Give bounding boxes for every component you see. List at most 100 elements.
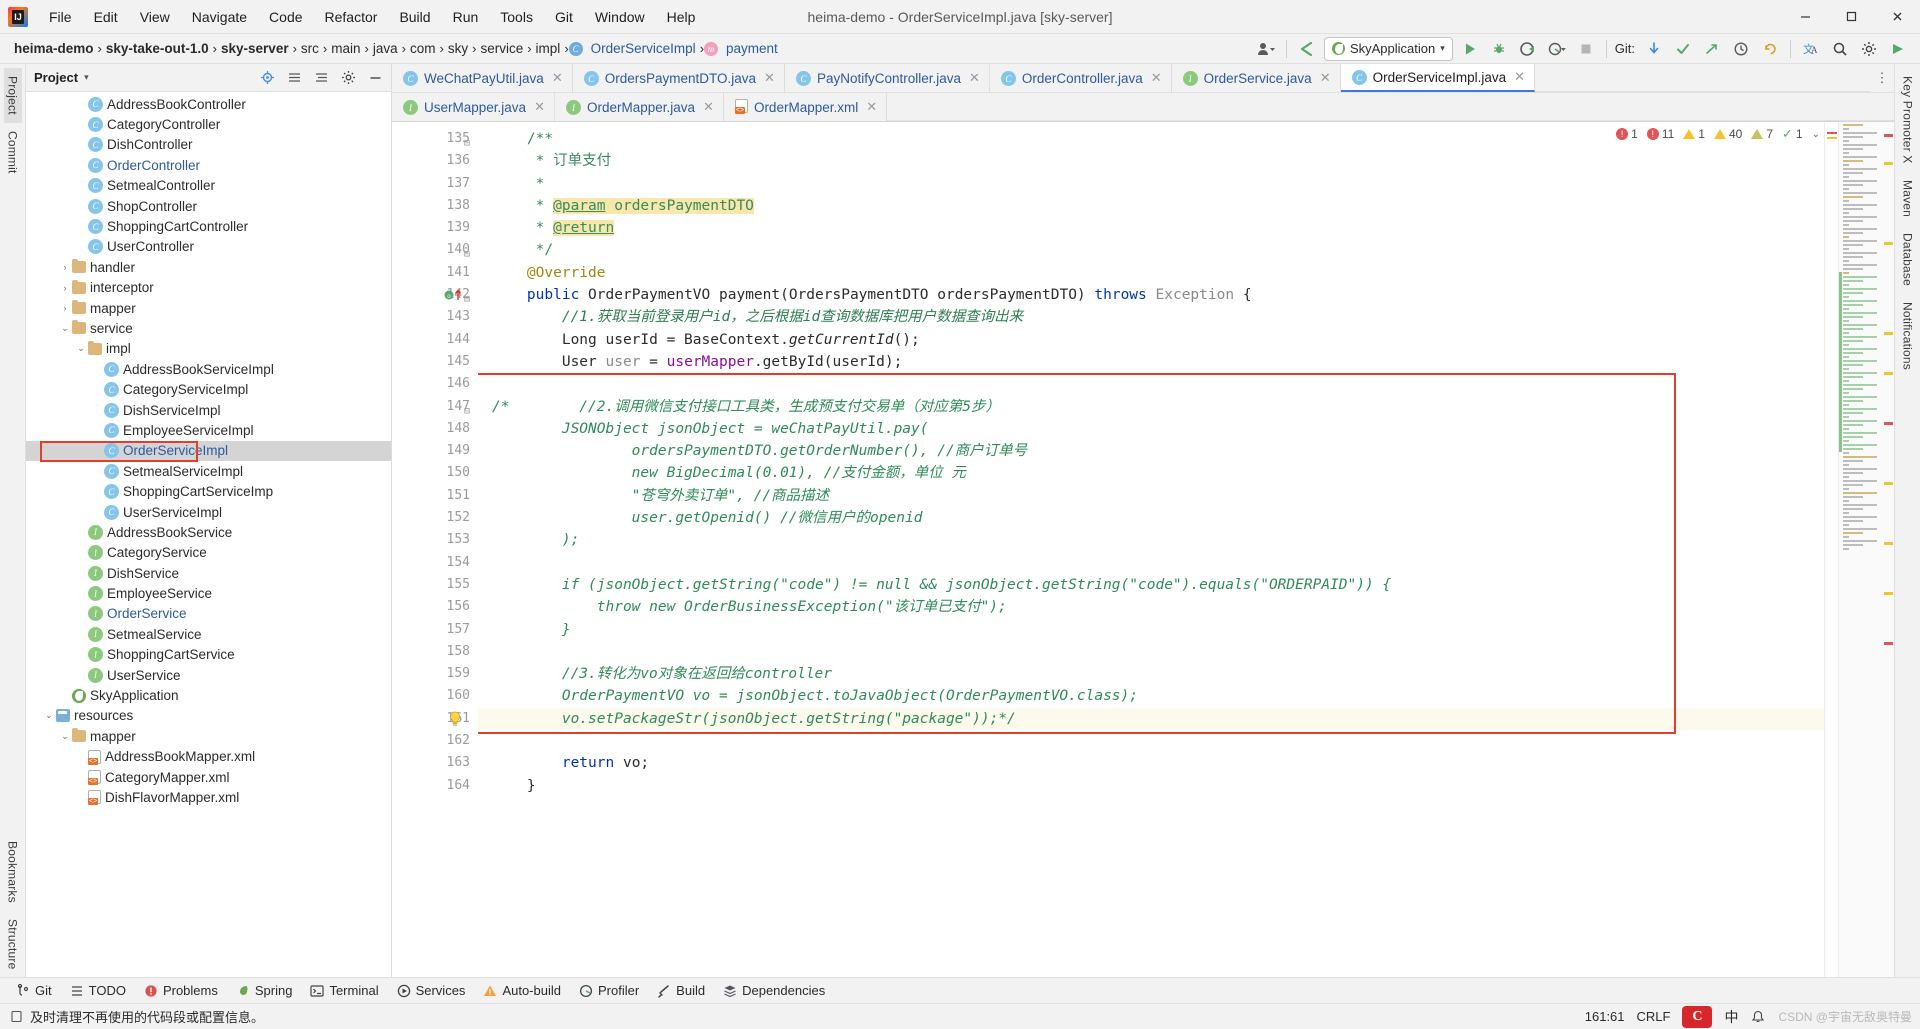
error-stripe[interactable]	[1824, 122, 1838, 977]
code-minimap[interactable]	[1838, 122, 1894, 977]
code-line-145[interactable]: User user = userMapper.getById(userId);	[478, 351, 1824, 373]
breadcrumb-item-sky-server[interactable]: sky-server	[217, 39, 293, 58]
run-configuration-selector[interactable]: SkyApplication ▾	[1323, 36, 1453, 61]
profile-icon[interactable]	[1254, 38, 1278, 60]
minimize-button[interactable]	[1782, 0, 1828, 34]
expand-all-icon[interactable]	[309, 67, 333, 89]
inspection-widget[interactable]: ! 1 ! 11 1 40 7 ✓ 1 ⌄	[1616, 126, 1820, 142]
gutter-line-143[interactable]: 143	[392, 306, 478, 328]
menu-item-tools[interactable]: Tools	[489, 5, 544, 29]
menu-item-run[interactable]: Run	[442, 5, 490, 29]
gutter-line-141[interactable]: 141	[392, 262, 478, 284]
gutter-line-137[interactable]: 137	[392, 173, 478, 195]
code-line-146[interactable]	[478, 373, 1824, 395]
gutter-line-158[interactable]: 158	[392, 641, 478, 663]
gutter-line-138[interactable]: 138	[392, 195, 478, 217]
gutter-line-159[interactable]: 159	[392, 663, 478, 685]
gutter-line-161[interactable]: 161	[392, 708, 478, 730]
tree-expand-arrow-icon[interactable]: ›	[58, 283, 72, 293]
back-arrow-icon[interactable]	[1295, 38, 1319, 60]
line-separator[interactable]: CRLF	[1637, 1009, 1671, 1024]
gutter-line-152[interactable]: 152	[392, 507, 478, 529]
code-line-144[interactable]: Long userId = BaseContext.getCurrentId()…	[478, 329, 1824, 351]
gutter-line-153[interactable]: 153	[392, 529, 478, 551]
git-commit-icon[interactable]	[1671, 38, 1695, 60]
code-line-137[interactable]: *	[478, 173, 1824, 195]
code-line-143[interactable]: //1.获取当前登录用户id，之后根据id查询数据库把用户数据查询出来	[478, 306, 1824, 328]
menu-item-window[interactable]: Window	[584, 5, 656, 29]
gutter-line-140[interactable]: 140 ⊟	[392, 239, 478, 261]
code-content[interactable]: /** * 订单支付 * * @param ordersPaymentDTO *…	[478, 122, 1824, 977]
tree-item[interactable]: C ShoppingCartController	[26, 216, 391, 236]
breadcrumb-item-orderserviceimpl[interactable]: C OrderServiceImpl	[568, 39, 700, 58]
tree-item[interactable]: C UserServiceImpl	[26, 502, 391, 522]
tree-item[interactable]: I UserService	[26, 665, 391, 685]
gutter-line-154[interactable]: 154	[392, 552, 478, 574]
editor-gutter[interactable]: 135 ⊟ 136 137 138 139 140 ⊟ 141 142 o ⊟ 143 144 145 146…	[392, 122, 478, 977]
gutter-line-157[interactable]: 157	[392, 619, 478, 641]
translate-icon[interactable]: 文A	[1799, 38, 1823, 60]
menu-item-navigate[interactable]: Navigate	[181, 5, 258, 29]
tree-item[interactable]: C CategoryController	[26, 114, 391, 134]
editor-tab-orderserviceimpl-java[interactable]: C OrderServiceImpl.java ✕	[1340, 64, 1536, 92]
gutter-line-135[interactable]: 135 ⊟	[392, 128, 478, 150]
menu-item-refactor[interactable]: Refactor	[314, 5, 389, 29]
editor-tab-wechatpayutil-java[interactable]: C WeChatPayUtil.java ✕	[392, 64, 573, 92]
tool-window-button-terminal[interactable]: Terminal	[302, 981, 386, 1000]
tool-window-button-dependencies[interactable]: Dependencies	[715, 981, 833, 1000]
editor-tab-ordercontroller-java[interactable]: C OrderController.java ✕	[989, 64, 1172, 92]
gutter-line-150[interactable]: 150	[392, 462, 478, 484]
gutter-line-149[interactable]: 149	[392, 440, 478, 462]
editor-tabs-row-1[interactable]: C WeChatPayUtil.java ✕ C OrdersPaymentDTO.ja…	[392, 64, 1894, 93]
menu-item-build[interactable]: Build	[388, 5, 441, 29]
code-line-138[interactable]: * @param ordersPaymentDTO	[478, 195, 1824, 217]
code-line-160[interactable]: OrderPaymentVO vo = jsonObject.toJavaObj…	[478, 685, 1824, 707]
tree-item[interactable]: AddressBookMapper.xml	[26, 747, 391, 767]
editor-tab-ordermapper-java[interactable]: I OrderMapper.java ✕	[554, 93, 724, 121]
code-line-139[interactable]: * @return	[478, 217, 1824, 239]
gutter-line-151[interactable]: 151	[392, 485, 478, 507]
menu-item-help[interactable]: Help	[656, 5, 707, 29]
tree-item[interactable]: C DishController	[26, 135, 391, 155]
editor-tab-usermapper-java[interactable]: I UserMapper.java ✕	[392, 93, 555, 121]
gutter-line-164[interactable]: 164	[392, 775, 478, 797]
chevron-down-icon[interactable]: ▾	[84, 72, 89, 83]
menu-item-edit[interactable]: Edit	[83, 5, 129, 29]
close-tab-icon[interactable]: ✕	[534, 99, 545, 115]
tree-expand-arrow-icon[interactable]: ›	[58, 262, 72, 272]
code-line-157[interactable]: }	[478, 619, 1824, 641]
rail-item-bookmarks[interactable]: Bookmarks	[4, 833, 22, 911]
breadcrumb-item-sky[interactable]: sky	[444, 39, 472, 58]
code-line-152[interactable]: user.getOpenid() //微信用户的openid	[478, 507, 1824, 529]
rail-item-key-promoter[interactable]: Key Promoter X	[1899, 68, 1917, 172]
tree-item[interactable]: C OrderController	[26, 155, 391, 175]
tree-item[interactable]: C AddressBookController	[26, 94, 391, 114]
code-line-154[interactable]	[478, 552, 1824, 574]
collapse-all-icon[interactable]	[282, 67, 306, 89]
code-line-151[interactable]: "苍穹外卖订单", //商品描述	[478, 485, 1824, 507]
code-line-149[interactable]: ordersPaymentDTO.getOrderNumber(), //商户订…	[478, 440, 1824, 462]
gutter-line-144[interactable]: 144	[392, 329, 478, 351]
tab-overflow-icon[interactable]: ⋮	[1870, 64, 1894, 92]
tree-expand-arrow-icon[interactable]: ⌄	[58, 323, 72, 334]
menu-item-view[interactable]: View	[129, 5, 181, 29]
breadcrumb-item-heima-demo[interactable]: heima-demo	[10, 39, 98, 58]
implementing-method-icon[interactable]: o	[444, 288, 466, 302]
tree-item[interactable]: C DishServiceImpl	[26, 400, 391, 420]
bottom-tool-window-bar[interactable]: Git TODO Problems Spring Terminal Services Aut…	[0, 977, 1920, 1003]
breadcrumb-item-main[interactable]: main	[327, 39, 364, 58]
tree-item[interactable]: ⌄ impl	[26, 339, 391, 359]
tree-expand-arrow-icon[interactable]: ›	[58, 303, 72, 313]
gutter-line-136[interactable]: 136	[392, 150, 478, 172]
close-tab-icon[interactable]: ✕	[1514, 69, 1525, 85]
tool-window-button-problems[interactable]: Problems	[136, 981, 226, 1000]
gutter-line-162[interactable]: 162	[392, 730, 478, 752]
code-line-161[interactable]: vo.setPackageStr(jsonObject.getString("p…	[478, 707, 1824, 731]
input-language[interactable]: 中	[1724, 1007, 1738, 1027]
code-line-148[interactable]: JSONObject jsonObject = weChatPayUtil.pa…	[478, 418, 1824, 440]
maximize-button[interactable]	[1828, 0, 1874, 34]
tree-item[interactable]: I OrderService	[26, 604, 391, 624]
tree-item[interactable]: C EmployeeServiceImpl	[26, 420, 391, 440]
tree-item[interactable]: C OrderServiceImpl	[26, 440, 391, 462]
breadcrumb-item-payment[interactable]: m payment	[704, 39, 782, 58]
